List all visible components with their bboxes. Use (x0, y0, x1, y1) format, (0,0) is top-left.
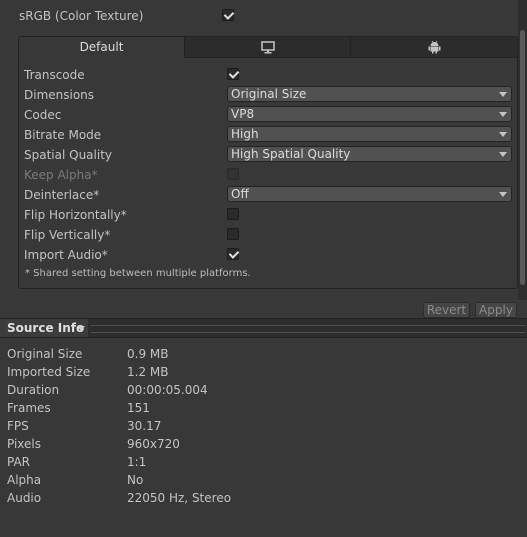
apply-button[interactable]: Apply (475, 302, 517, 318)
bitrate-mode-label: Bitrate Mode (24, 128, 102, 142)
transcode-label: Transcode (24, 68, 85, 82)
chevron-down-icon (77, 326, 85, 331)
tab-default-label: Default (79, 40, 124, 54)
info-value: 0.9 MB (127, 347, 169, 361)
info-label: Imported Size (7, 365, 91, 379)
srgb-label: sRGB (Color Texture) (19, 9, 144, 23)
dimensions-dropdown[interactable]: Original Size (227, 86, 512, 102)
import-audio-label: Import Audio* (24, 248, 108, 262)
info-value: 1:1 (127, 455, 147, 469)
tab-default[interactable]: Default (19, 37, 185, 58)
splitter-handle[interactable] (91, 325, 525, 333)
info-label: PAR (7, 455, 31, 469)
spatial-quality-value: High Spatial Quality (231, 147, 351, 161)
flip-horizontally-label: Flip Horizontally* (24, 208, 127, 222)
dimensions-label: Dimensions (24, 88, 95, 102)
spatial-quality-dropdown[interactable]: High Spatial Quality (227, 146, 512, 162)
transcode-checkbox[interactable] (227, 68, 239, 80)
deinterlace-value: Off (231, 187, 249, 201)
info-value: 960x720 (127, 437, 180, 451)
info-label: Frames (7, 401, 51, 415)
codec-label: Codec (24, 108, 62, 122)
info-label: Duration (7, 383, 60, 397)
shared-setting-footnote: * Shared setting between multiple platfo… (25, 268, 251, 279)
flip-horizontally-checkbox[interactable] (227, 208, 239, 220)
info-label: Pixels (7, 437, 42, 451)
source-info-foldout[interactable]: Source Info (0, 319, 88, 337)
codec-value: VP8 (231, 107, 255, 121)
chevron-down-icon (499, 112, 507, 117)
chevron-down-icon (499, 92, 507, 97)
srgb-checkbox[interactable] (222, 9, 234, 21)
info-value: 22050 Hz, Stereo (127, 491, 232, 505)
flip-vertically-label: Flip Vertically* (24, 228, 111, 242)
tab-standalone[interactable] (185, 37, 351, 58)
spatial-quality-label: Spatial Quality (24, 148, 113, 162)
chevron-down-icon (499, 192, 507, 197)
deinterlace-dropdown[interactable]: Off (227, 186, 512, 202)
deinterlace-label: Deinterlace* (24, 188, 100, 202)
flip-vertically-checkbox[interactable] (227, 228, 239, 240)
keep-alpha-label: Keep Alpha* (24, 168, 98, 182)
info-value: 1.2 MB (127, 365, 169, 379)
android-icon (428, 40, 441, 54)
tab-android[interactable] (351, 37, 517, 58)
scrollbar-thumb[interactable] (520, 30, 525, 285)
info-label: Original Size (7, 347, 83, 361)
chevron-down-icon (499, 132, 507, 137)
revert-button[interactable]: Revert (423, 302, 470, 318)
info-value: 00:00:05.004 (127, 383, 208, 397)
codec-dropdown[interactable]: VP8 (227, 106, 512, 122)
source-info-title: Source Info (7, 321, 85, 335)
bitrate-mode-dropdown[interactable]: High (227, 126, 512, 142)
bitrate-mode-value: High (231, 127, 259, 141)
platform-tabs: Default (19, 37, 517, 58)
info-label: Alpha (7, 473, 42, 487)
chevron-down-icon (499, 152, 507, 157)
info-value: No (127, 473, 144, 487)
dimensions-value: Original Size (231, 87, 307, 101)
info-label: FPS (7, 419, 29, 433)
info-value: 30.17 (127, 419, 162, 433)
source-info-header: Source Info (0, 318, 527, 338)
monitor-icon (261, 41, 275, 54)
info-label: Audio (7, 491, 42, 505)
import-audio-checkbox[interactable] (227, 248, 239, 260)
keep-alpha-checkbox (227, 168, 239, 180)
info-value: 151 (127, 401, 150, 415)
